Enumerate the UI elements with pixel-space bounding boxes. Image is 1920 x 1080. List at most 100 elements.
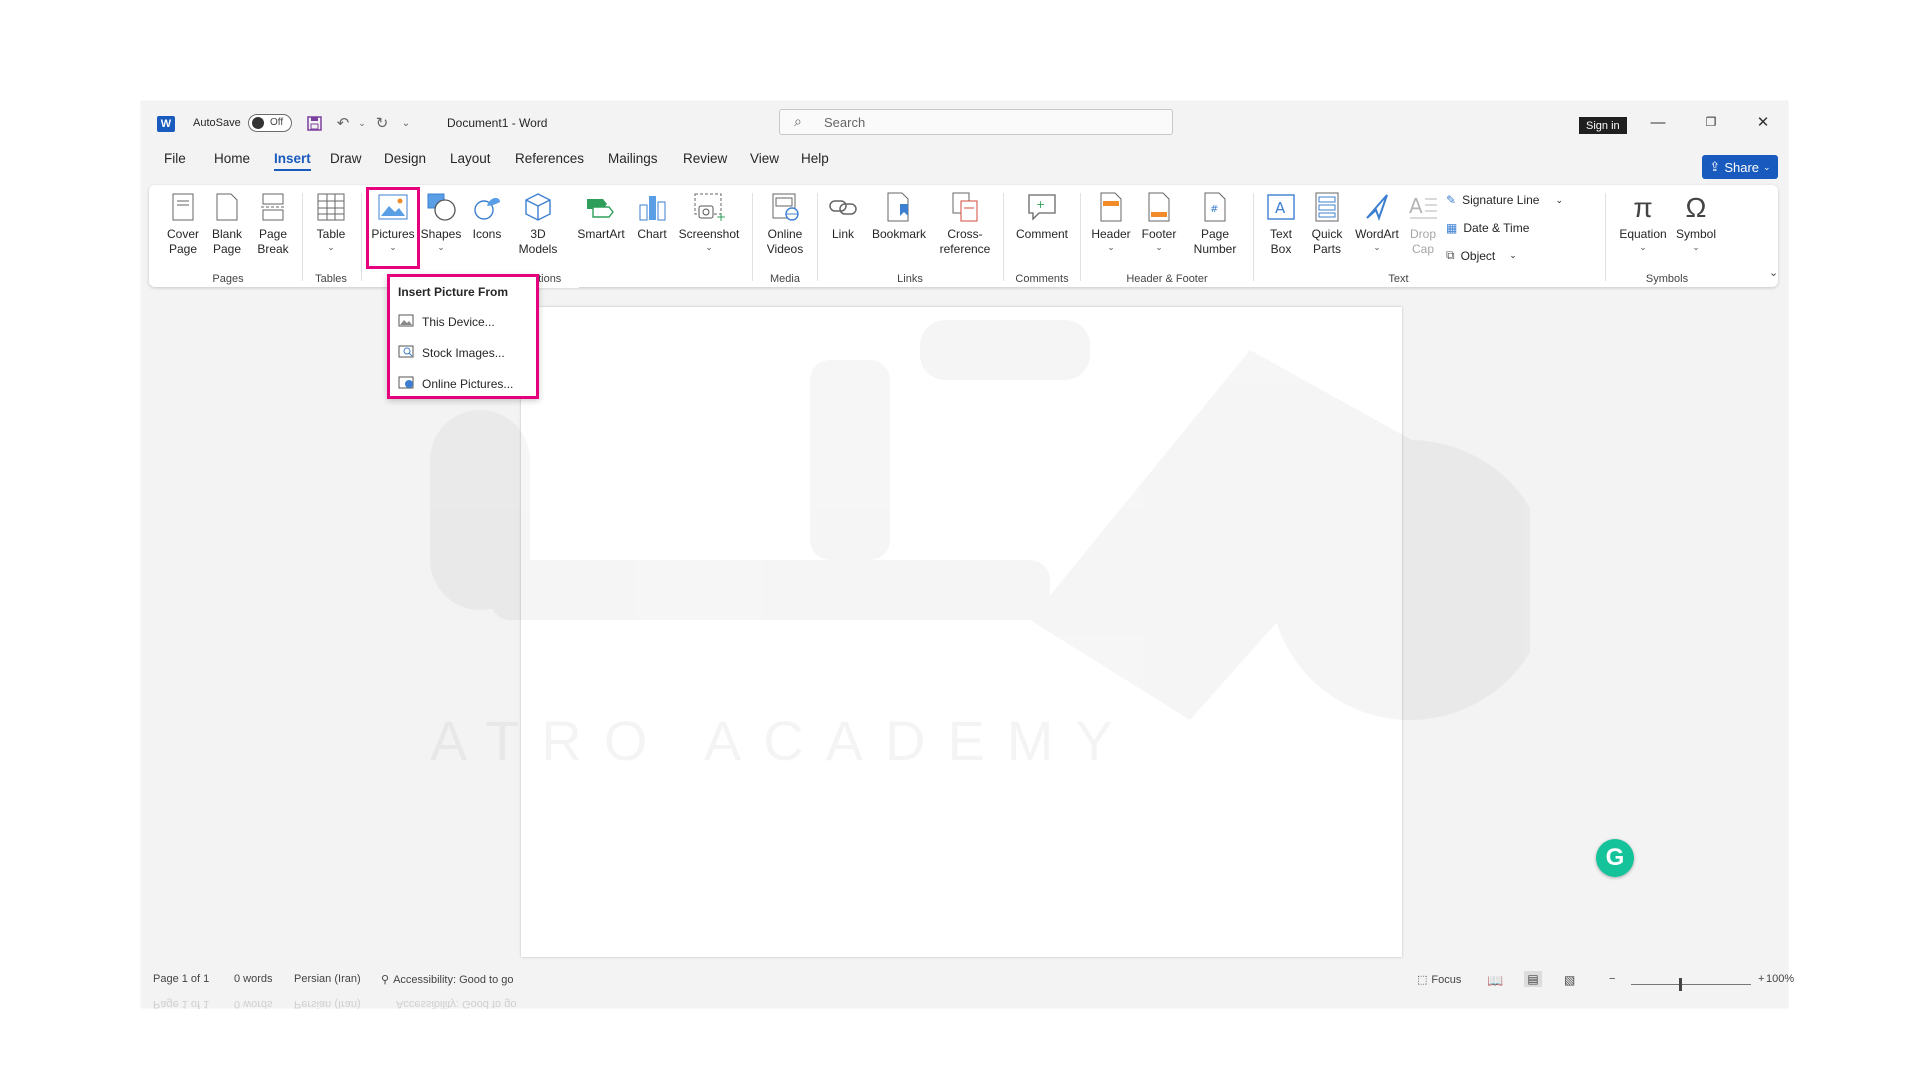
search-placeholder: Search — [824, 115, 866, 130]
undo-dropdown-icon[interactable]: ⌄ — [353, 114, 371, 132]
menu-item-this-device[interactable]: This Device... — [398, 314, 495, 330]
blank-page-button[interactable]: Blank Page — [207, 191, 247, 257]
screenshot-button[interactable]: + Screenshot ⌄ — [677, 191, 741, 252]
equation-button[interactable]: π Equation ⌄ — [1615, 191, 1671, 252]
separator — [752, 193, 753, 281]
tab-home[interactable]: Home — [214, 151, 250, 166]
comment-button[interactable]: + Comment — [1011, 191, 1073, 242]
bookmark-button[interactable]: Bookmark — [868, 191, 930, 242]
cover-page-label: Cover — [166, 227, 199, 241]
web-layout-icon[interactable]: ▧ — [1564, 973, 1575, 987]
zoom-in-icon[interactable]: + — [1758, 973, 1764, 985]
omega-icon: Ω — [1685, 191, 1707, 223]
wordart-label: WordArt — [1355, 227, 1399, 241]
tab-view[interactable]: View — [750, 151, 779, 166]
separator — [817, 193, 818, 281]
minimize-icon[interactable]: — — [1643, 111, 1673, 133]
document-title: Document1 - Word — [447, 116, 548, 130]
icons-button[interactable]: Icons — [467, 191, 507, 242]
chevron-down-icon: ⌄ — [705, 242, 713, 252]
sign-in-button[interactable]: Sign in — [1579, 117, 1627, 134]
calendar-icon: ▦ — [1446, 221, 1458, 235]
customize-qat-icon[interactable]: ⌄ — [397, 114, 415, 132]
text-box-button[interactable]: A Text Box — [1261, 191, 1301, 257]
reflect-language: Persian (Iran) — [294, 998, 361, 1010]
page-number-button[interactable]: # Page Number — [1185, 191, 1245, 257]
object-button[interactable]: ⧉ Object ⌄ — [1446, 248, 1517, 263]
shapes-button[interactable]: Shapes ⌄ — [419, 191, 463, 252]
zoom-out-icon[interactable]: − — [1609, 973, 1615, 985]
text-box-label: Text — [1269, 227, 1292, 241]
accessibility-status[interactable]: ⚲ Accessibility: Good to go — [381, 973, 514, 987]
save-icon[interactable] — [305, 114, 323, 132]
object-icon: ⧉ — [1446, 248, 1455, 262]
chevron-down-icon: ⌄ — [1763, 161, 1771, 172]
tab-layout[interactable]: Layout — [450, 151, 491, 166]
read-mode-icon[interactable]: 📖 — [1487, 973, 1503, 989]
tab-file[interactable]: File — [164, 151, 186, 166]
link-button[interactable]: Link — [824, 191, 862, 242]
tab-insert[interactable]: Insert — [274, 151, 311, 171]
date-time-button[interactable]: ▦ Date & Time — [1446, 221, 1529, 235]
quick-parts-button[interactable]: Quick Parts — [1307, 191, 1347, 257]
footer-button[interactable]: Footer ⌄ — [1137, 191, 1181, 252]
3d-models-button[interactable]: 3D Models — [510, 191, 566, 257]
redo-icon[interactable]: ↻ — [373, 114, 391, 132]
header-button[interactable]: Header ⌄ — [1089, 191, 1133, 252]
tab-references[interactable]: References — [515, 151, 584, 166]
tab-mailings[interactable]: Mailings — [608, 151, 658, 166]
drop-cap-icon: A — [1407, 191, 1439, 223]
drop-cap-button[interactable]: A Drop Cap — [1405, 191, 1441, 257]
page-break-button[interactable]: Page Break — [253, 191, 293, 257]
table-label: Table — [316, 227, 346, 241]
tab-help[interactable]: Help — [801, 151, 829, 166]
group-text-label: Text — [1388, 273, 1409, 285]
smartart-icon — [585, 191, 617, 223]
autosave-label: AutoSave — [193, 117, 241, 129]
focus-button[interactable]: ⬚ Focus — [1417, 973, 1461, 987]
table-button[interactable]: Table ⌄ — [309, 191, 353, 252]
cover-page-icon — [167, 191, 199, 223]
group-media-label: Media — [770, 273, 800, 285]
tab-draw[interactable]: Draw — [330, 151, 362, 166]
link-label: Link — [831, 227, 854, 241]
cross-reference-label: Cross- — [947, 227, 983, 241]
3d-models-label: 3D — [530, 227, 546, 241]
language-indicator[interactable]: Persian (Iran) — [294, 973, 361, 985]
undo-icon[interactable]: ↶ — [334, 114, 352, 132]
zoom-level[interactable]: 100% — [1766, 973, 1794, 985]
smartart-button[interactable]: SmartArt — [573, 191, 629, 242]
close-icon[interactable]: ✕ — [1748, 111, 1778, 133]
page-number-label: Page — [1200, 227, 1230, 241]
chevron-down-icon: ⌄ — [1639, 242, 1647, 252]
zoom-slider[interactable] — [1631, 984, 1751, 985]
page-count[interactable]: Page 1 of 1 — [153, 973, 209, 985]
menu-item-stock-images[interactable]: Stock Images... — [398, 345, 505, 361]
signature-line-button[interactable]: ✎ Signature Line ⌄ — [1446, 193, 1563, 207]
comment-label: Comment — [1015, 227, 1068, 241]
grammarly-icon[interactable]: G — [1596, 839, 1634, 877]
tab-design[interactable]: Design — [384, 151, 426, 166]
menu-item-label: This Device... — [422, 315, 495, 329]
wordart-button[interactable]: WordArt ⌄ — [1353, 191, 1401, 252]
print-layout-icon[interactable]: ▤ — [1524, 971, 1542, 987]
word-count[interactable]: 0 words — [234, 973, 273, 985]
share-button[interactable]: ⇪ Share ⌄ — [1702, 155, 1778, 179]
comment-icon: + — [1026, 191, 1058, 223]
autosave-toggle[interactable]: Off — [248, 114, 292, 132]
cover-page-button[interactable]: Cover Page — [163, 191, 203, 257]
document-page[interactable] — [521, 307, 1402, 957]
shapes-icon — [425, 191, 457, 223]
page-break-label-2: Break — [257, 242, 289, 256]
cross-reference-button[interactable]: Cross- reference — [934, 191, 996, 257]
ribbon-collapse-icon[interactable]: ⌄ — [1769, 266, 1778, 279]
symbol-button[interactable]: Ω Symbol ⌄ — [1673, 191, 1719, 252]
menu-item-online-pictures[interactable]: Online Pictures... — [398, 376, 513, 392]
svg-text:+: + — [1036, 198, 1045, 211]
restore-icon[interactable]: ❐ — [1696, 111, 1726, 133]
device-picture-icon — [398, 314, 414, 330]
search-box[interactable]: ⌕ Search — [779, 109, 1173, 135]
online-videos-button[interactable]: Online Videos — [761, 191, 809, 257]
chart-button[interactable]: Chart — [632, 191, 672, 242]
tab-review[interactable]: Review — [683, 151, 727, 166]
